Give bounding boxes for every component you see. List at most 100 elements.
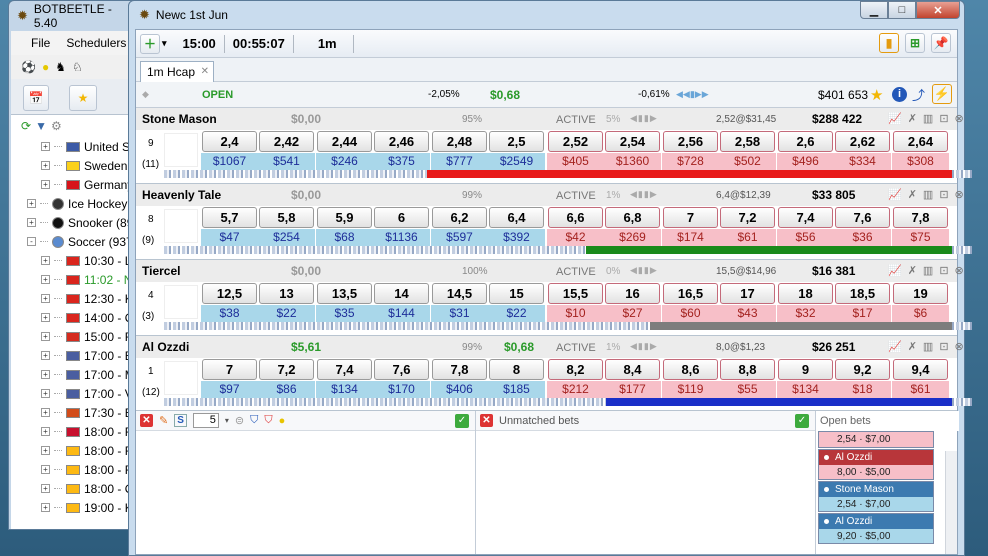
back-odds-button[interactable]: 12,5 [202, 283, 257, 304]
info-icon[interactable]: i [892, 87, 907, 102]
runner-chart-icon[interactable]: 📈 [888, 112, 902, 125]
lay-odds-button[interactable]: 9,4 [893, 359, 948, 380]
runner-close-icon[interactable]: ⊗ [955, 264, 964, 277]
runner-cross-icon[interactable]: ✗ [908, 188, 917, 201]
back-odds-button[interactable]: 7,6 [374, 359, 429, 380]
back-odds-button[interactable]: 5,8 [259, 207, 314, 228]
runner-close-icon[interactable]: ⊗ [955, 188, 964, 201]
trend-icon[interactable]: ⤴ [912, 85, 925, 104]
chart-icon[interactable]: ▮ [879, 33, 899, 53]
stake-dropdown-icon[interactable]: ▾ [225, 416, 229, 425]
lay-odds-button[interactable]: 7,4 [778, 207, 833, 228]
runner-cross-icon[interactable]: ✗ [908, 112, 917, 125]
expand-icon[interactable]: + [27, 218, 36, 227]
warning-icon[interactable]: ● [279, 415, 286, 427]
race-window-titlebar[interactable]: ✹ Newc 1st Jun [129, 1, 964, 29]
tree-item[interactable]: +12:30 - Kha [11, 289, 137, 308]
lay-odds-button[interactable]: 7,8 [893, 207, 948, 228]
runner-ladder-icon[interactable]: ▥ [923, 264, 933, 277]
expand-icon[interactable]: + [41, 351, 50, 360]
tennis-ball-icon[interactable]: ● [42, 60, 49, 74]
status-expand-icon[interactable]: ◆ [142, 89, 149, 100]
cancel-unmatched-icon[interactable]: ✕ [480, 414, 493, 427]
back-odds-button[interactable]: 5,7 [202, 207, 257, 228]
open-bet-card[interactable]: 2,54 · $7,00 [818, 431, 934, 448]
confirm-unmatched-icon[interactable]: ✓ [795, 413, 809, 428]
open-bets-scrollbar[interactable] [945, 451, 957, 554]
runner-nav-arrows-icon[interactable]: ◀▮▮▶ [630, 113, 658, 124]
navigation-arrows-icon[interactable]: ◀◀▮▶▶ [676, 89, 709, 100]
expand-icon[interactable]: + [41, 313, 50, 322]
runner-name[interactable]: Stone Mason [142, 112, 217, 126]
expand-icon[interactable]: + [41, 142, 50, 151]
runner-expand-icon[interactable]: ⊡ [939, 264, 948, 277]
lay-odds-button[interactable]: 2,54 [605, 131, 660, 152]
refresh-icon[interactable]: ⟳ [21, 119, 31, 133]
shield-blue-icon[interactable]: ⛉ [250, 414, 258, 427]
runner-expand-icon[interactable]: ⊡ [939, 112, 948, 125]
runner-close-icon[interactable]: ⊗ [955, 112, 964, 125]
minimize-button[interactable]: ▁ [860, 1, 888, 19]
lay-odds-button[interactable]: 2,52 [548, 131, 603, 152]
runner-name[interactable]: Tiercel [142, 264, 180, 278]
back-odds-button[interactable]: 6 [374, 207, 429, 228]
back-odds-button[interactable]: 7,4 [317, 359, 372, 380]
confirm-check-icon[interactable]: ✓ [455, 413, 469, 428]
stop-icon[interactable]: ⊜ [235, 414, 244, 427]
tree-item[interactable]: +19:00 - Kol [11, 498, 137, 517]
horse-racing-icon[interactable]: ♞ [55, 60, 66, 74]
greyhound-icon[interactable]: ♘ [72, 60, 83, 74]
expand-icon[interactable]: - [27, 237, 36, 246]
expand-icon[interactable]: + [41, 332, 50, 341]
back-odds-button[interactable]: 7 [202, 359, 257, 380]
tree-item[interactable]: +18:00 - FC [11, 422, 137, 441]
expand-icon[interactable]: + [41, 389, 50, 398]
dropdown-arrow-icon[interactable]: ▾ [162, 38, 167, 49]
lay-odds-button[interactable]: 16,5 [663, 283, 718, 304]
runner-expand-icon[interactable]: ⊡ [939, 188, 948, 201]
tree-item[interactable]: +18:00 - FK [11, 460, 137, 479]
lay-odds-button[interactable]: 9,2 [835, 359, 890, 380]
back-odds-button[interactable]: 7,2 [259, 359, 314, 380]
expand-icon[interactable]: + [41, 484, 50, 493]
open-bet-card[interactable]: Al Ozzdi 9,20 · $5,00 [818, 513, 934, 544]
edit-icon[interactable]: ✎ [159, 414, 168, 427]
expand-icon[interactable]: + [27, 199, 36, 208]
tree-item[interactable]: +11:02 - Nat [11, 270, 137, 289]
expand-icon[interactable]: + [41, 180, 50, 189]
main-window-titlebar[interactable]: ✹ BOTBEETLE - 5.40 [9, 1, 137, 31]
tree-item[interactable]: + Germany [11, 175, 137, 194]
tree-item[interactable]: + Sweden [11, 156, 137, 175]
back-odds-button[interactable]: 13,5 [317, 283, 372, 304]
tree-item[interactable]: +18:00 - OF [11, 479, 137, 498]
lay-odds-button[interactable]: 7 [663, 207, 718, 228]
tree-item[interactable]: +17:00 - Vik [11, 384, 137, 403]
runner-close-icon[interactable]: ⊗ [955, 340, 964, 353]
back-odds-button[interactable]: 7,8 [432, 359, 487, 380]
lay-odds-button[interactable]: 9 [778, 359, 833, 380]
back-odds-button[interactable]: 14,5 [432, 283, 487, 304]
expand-icon[interactable]: + [41, 370, 50, 379]
back-odds-button[interactable]: 2,4 [202, 131, 257, 152]
lightning-icon[interactable]: ⚡ [932, 84, 952, 104]
lay-odds-button[interactable]: 2,62 [835, 131, 890, 152]
runner-name[interactable]: Al Ozzdi [142, 340, 189, 354]
runner-ladder-icon[interactable]: ▥ [923, 188, 933, 201]
maximize-button[interactable]: □ [888, 1, 916, 19]
tree-item[interactable]: +14:00 - Qu [11, 308, 137, 327]
soccer-ball-icon[interactable]: ⚽ [21, 60, 36, 74]
runner-ladder-icon[interactable]: ▥ [923, 112, 933, 125]
back-odds-button[interactable]: 2,5 [489, 131, 544, 152]
lay-odds-button[interactable]: 8,2 [548, 359, 603, 380]
lay-odds-button[interactable]: 7,2 [720, 207, 775, 228]
runner-expand-icon[interactable]: ⊡ [939, 340, 948, 353]
open-bet-card[interactable]: Stone Mason 2,54 · $7,00 [818, 481, 934, 512]
runner-name[interactable]: Heavenly Tale [142, 188, 221, 202]
runner-ladder-icon[interactable]: ▥ [923, 340, 933, 353]
lay-odds-button[interactable]: 18 [778, 283, 833, 304]
lay-odds-button[interactable]: 6,6 [548, 207, 603, 228]
lay-odds-button[interactable]: 19 [893, 283, 948, 304]
stake-s-icon[interactable]: S [174, 414, 187, 427]
lay-odds-button[interactable]: 7,6 [835, 207, 890, 228]
lay-odds-button[interactable]: 2,6 [778, 131, 833, 152]
